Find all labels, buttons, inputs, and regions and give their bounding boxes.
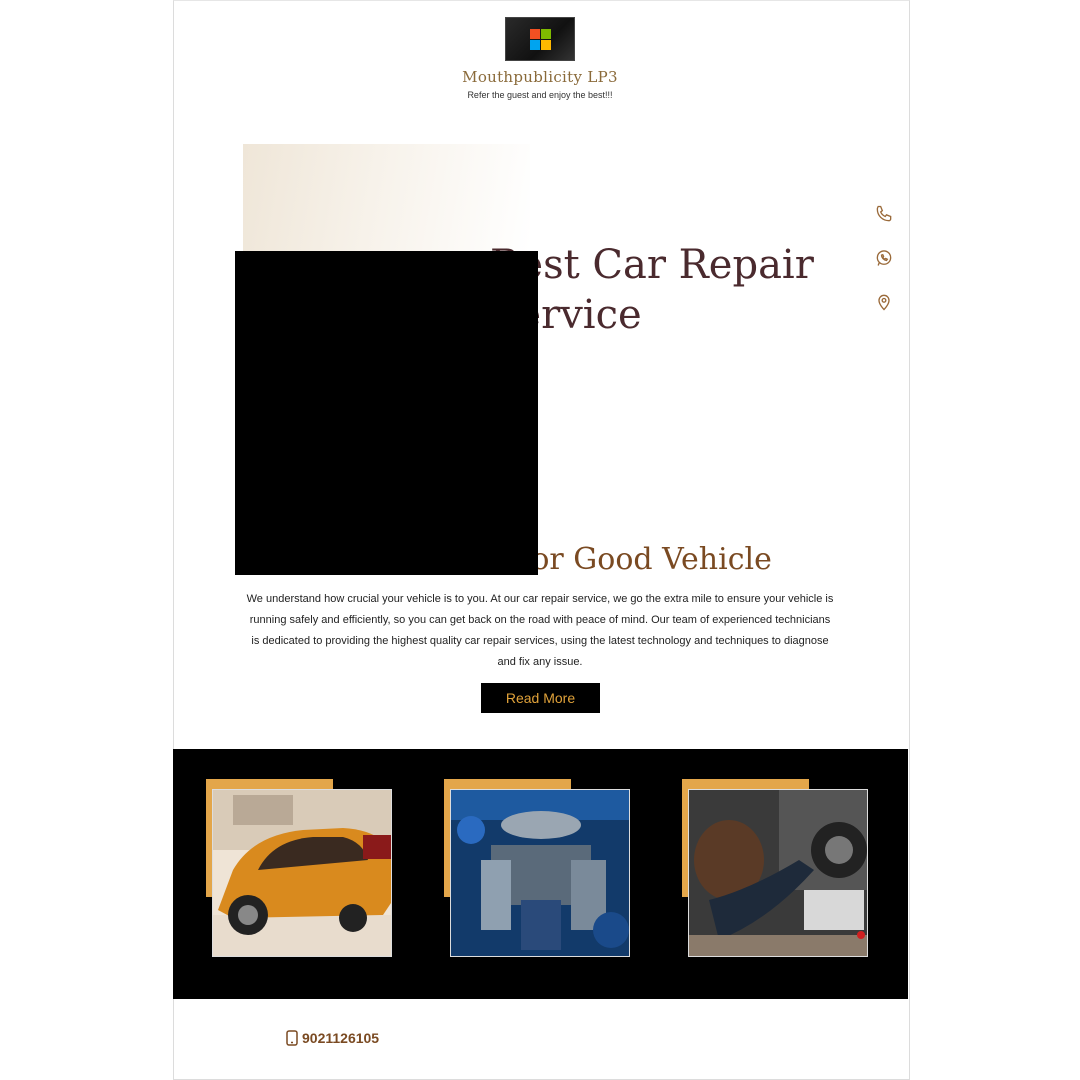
gallery-card[interactable] (682, 779, 872, 959)
phone-icon[interactable] (874, 204, 894, 224)
gallery-section (173, 749, 908, 999)
logo-tile-yellow (541, 40, 551, 50)
logo-tile-red (530, 29, 540, 39)
read-more-button[interactable]: Read More (481, 683, 600, 713)
brand-name: Mouthpublicity LP3 (462, 68, 618, 86)
side-contact-icons (874, 204, 896, 336)
logo-tile-blue (530, 40, 540, 50)
gallery-card[interactable] (206, 779, 396, 959)
hero-background-image (243, 144, 530, 254)
about-paragraph: We understand how crucial your vehicle i… (246, 593, 834, 668)
tagline: Refer the guest and enjoy the best!!! (467, 90, 613, 100)
orange-sports-car-photo (212, 789, 392, 957)
mobile-phone-icon (286, 1030, 298, 1049)
hero-video-placeholder (235, 251, 538, 575)
footer-phone[interactable]: 9021126105 (286, 1030, 379, 1049)
location-pin-icon[interactable] (874, 292, 894, 312)
section-title: Good Service for Good Vehicle (308, 542, 772, 577)
car-engine-photo (450, 789, 630, 957)
mechanic-under-car-photo (688, 789, 868, 957)
logo-tile-green (541, 29, 551, 39)
whatsapp-icon[interactable] (874, 248, 894, 268)
hero-title: Best Car Repair Service (490, 242, 814, 338)
windows-logo-icon[interactable] (506, 18, 574, 60)
footer-phone-number: 9021126105 (302, 1030, 380, 1046)
gallery-card[interactable] (444, 779, 634, 959)
